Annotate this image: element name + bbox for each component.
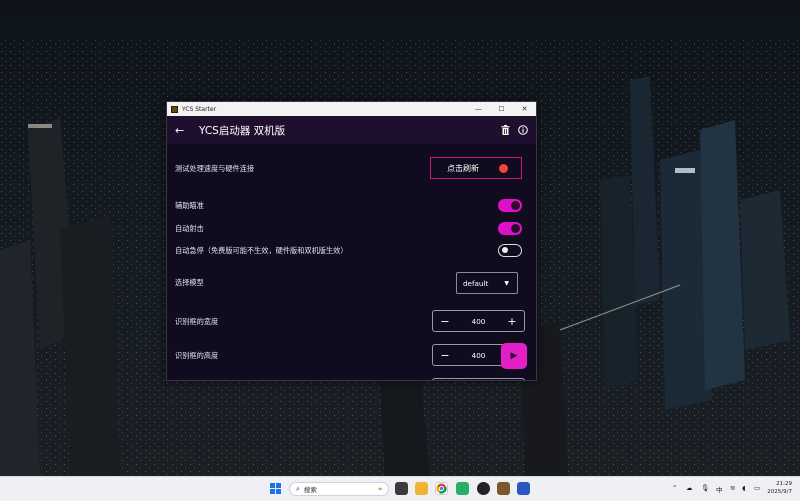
file-explorer-icon[interactable] [415,482,428,495]
minus-icon[interactable]: − [439,349,451,362]
minimize-button[interactable]: — [467,102,490,116]
auto-stop-toggle[interactable] [498,244,522,257]
start-button[interactable] [269,482,282,495]
caret-down-icon: ▼ [504,280,509,287]
mic-icon[interactable]: 🎙 [701,484,709,492]
model-label: 选择模型 [175,278,204,287]
trash-icon[interactable] [496,121,514,139]
page-title: YCS启动器 双机版 [199,124,286,137]
model-select[interactable]: default ▼ [456,272,518,294]
close-button[interactable]: ✕ [513,102,536,116]
chrome-icon[interactable] [435,482,448,495]
play-icon: ▶ [510,351,518,361]
aim-assist-toggle[interactable] [498,199,522,212]
box-height-value[interactable]: 400 [472,351,486,360]
window-titlebar[interactable]: YCS Starter — ☐ ✕ [167,102,536,116]
wechat-icon[interactable] [456,482,469,495]
box-width-label: 识别框的宽度 [175,317,219,326]
connection-status-dot [499,164,508,173]
minus-icon[interactable]: − [439,315,451,328]
battery-icon[interactable]: ▭ [754,484,760,492]
taskbar: ⌕ 搜索 ❧ ⌃ ☁ 🎙 中 ≋ ◖ ▭ 21:29 2025/9/7 [0,476,800,501]
taskbar-search[interactable]: ⌕ 搜索 ❧ [289,482,389,496]
auto-stop-label: 自动急停（免费版可能不生效，硬件版和双机版生效） [175,246,348,255]
aim-assist-label: 辅助瞄准 [175,201,204,210]
steam-icon[interactable] [477,482,490,495]
info-icon[interactable] [514,121,532,139]
task-view-icon[interactable] [395,482,408,495]
clock-date: 2025/9/7 [767,489,792,495]
chevron-up-icon[interactable]: ⌃ [672,484,677,492]
maximize-button[interactable]: ☐ [490,102,513,116]
volume-icon[interactable]: ◖ [742,484,745,492]
auto-fire-label: 自动射击 [175,224,204,233]
connection-label: 测试处理速度与硬件连接 [175,164,255,173]
refresh-button-label: 点击刷新 [447,163,479,173]
app-logo-icon [171,105,178,113]
app-taskbar-icon[interactable] [517,482,530,495]
box-width-stepper: − 400 + [432,310,525,332]
box-width-value[interactable]: 400 [472,317,486,326]
settings-list: 测试处理速度与硬件连接 点击刷新 辅助瞄准 自动射击 自动急停（免费版可能不生效… [167,144,536,380]
ycs-starter-taskbar-icon[interactable] [497,482,510,495]
plus-icon[interactable]: + [506,315,518,328]
clock-time: 21:29 [776,481,792,487]
next-stepper-partial [432,378,525,380]
wifi-icon[interactable]: ≋ [730,484,735,492]
search-highlight-icon: ❧ [377,485,383,493]
search-placeholder: 搜索 [303,486,317,494]
search-icon: ⌕ [296,484,300,493]
taskbar-clock[interactable]: 21:29 2025/9/7 [766,480,792,496]
ime-indicator[interactable]: 中 [716,484,723,494]
refresh-button[interactable]: 点击刷新 [430,157,522,179]
auto-fire-toggle[interactable] [498,222,522,235]
app-bar: ← YCS启动器 双机版 [167,116,536,144]
box-height-label: 识别框的高度 [175,351,219,360]
window-title: YCS Starter [182,105,217,113]
arrow-left-icon[interactable]: ← [175,124,189,137]
start-fab-button[interactable]: ▶ [501,343,527,369]
model-select-value: default [463,278,489,288]
app-window: YCS Starter — ☐ ✕ ← YCS启动器 双机版 测试处理速度与硬件… [166,101,537,381]
cloud-icon[interactable]: ☁ [686,484,693,492]
